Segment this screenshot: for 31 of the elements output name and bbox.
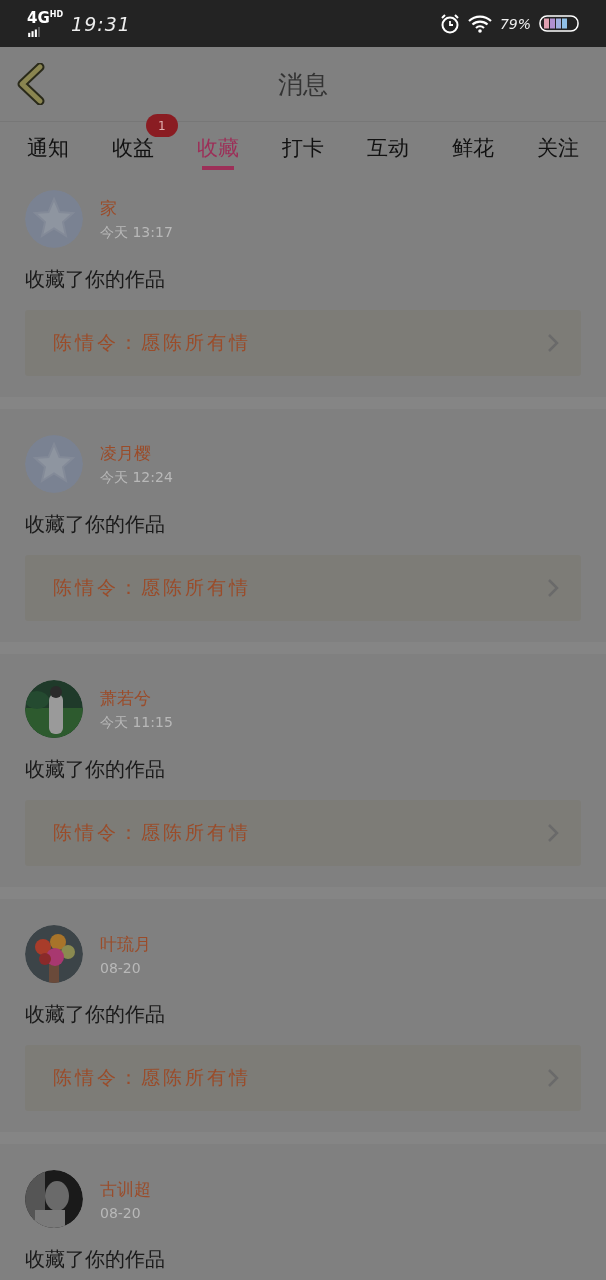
message-text: 收藏了你的作品 <box>25 1001 166 1028</box>
tab[interactable]: 收藏 <box>175 122 261 174</box>
tab[interactable]: 打卡 <box>260 122 346 174</box>
message-time: 08-20 <box>100 1204 142 1221</box>
tab[interactable]: 关注 <box>515 122 600 174</box>
tab[interactable]: 互动 <box>345 122 431 174</box>
message-text: 收藏了你的作品 <box>25 266 166 293</box>
message-text: 收藏了你的作品 <box>25 511 166 538</box>
message-time: 08-20 <box>100 959 142 976</box>
tab[interactable]: 通知 <box>6 122 91 174</box>
message-text: 收藏了你的作品 <box>25 1246 166 1273</box>
count-badge: 1 <box>145 114 178 137</box>
work-link[interactable]: 陈情令：愿陈所有情 <box>25 310 581 376</box>
user-name[interactable]: 叶琉月 <box>100 932 151 956</box>
message-text: 收藏了你的作品 <box>25 756 166 783</box>
user-name[interactable]: 凌月樱 <box>100 441 173 465</box>
clock-time: 19:31 <box>71 12 131 35</box>
user-name[interactable]: 家 <box>100 196 173 220</box>
battery-percent: 79% <box>499 15 531 32</box>
user-name[interactable]: 萧若兮 <box>100 686 173 710</box>
page-title: 消息 <box>278 68 328 101</box>
work-link[interactable]: 陈情令：愿陈所有情 <box>25 555 581 621</box>
alarm-icon <box>439 13 460 34</box>
battery-icon <box>539 15 579 32</box>
tab[interactable]: 鲜花 <box>430 122 516 174</box>
user-name[interactable]: 古训超 <box>100 1177 151 1201</box>
work-link[interactable]: 陈情令：愿陈所有情 <box>25 1045 581 1111</box>
wifi-icon <box>467 14 492 33</box>
back-button[interactable] <box>16 63 46 105</box>
signal-icon <box>27 26 41 37</box>
work-link[interactable]: 陈情令：愿陈所有情 <box>25 800 581 866</box>
